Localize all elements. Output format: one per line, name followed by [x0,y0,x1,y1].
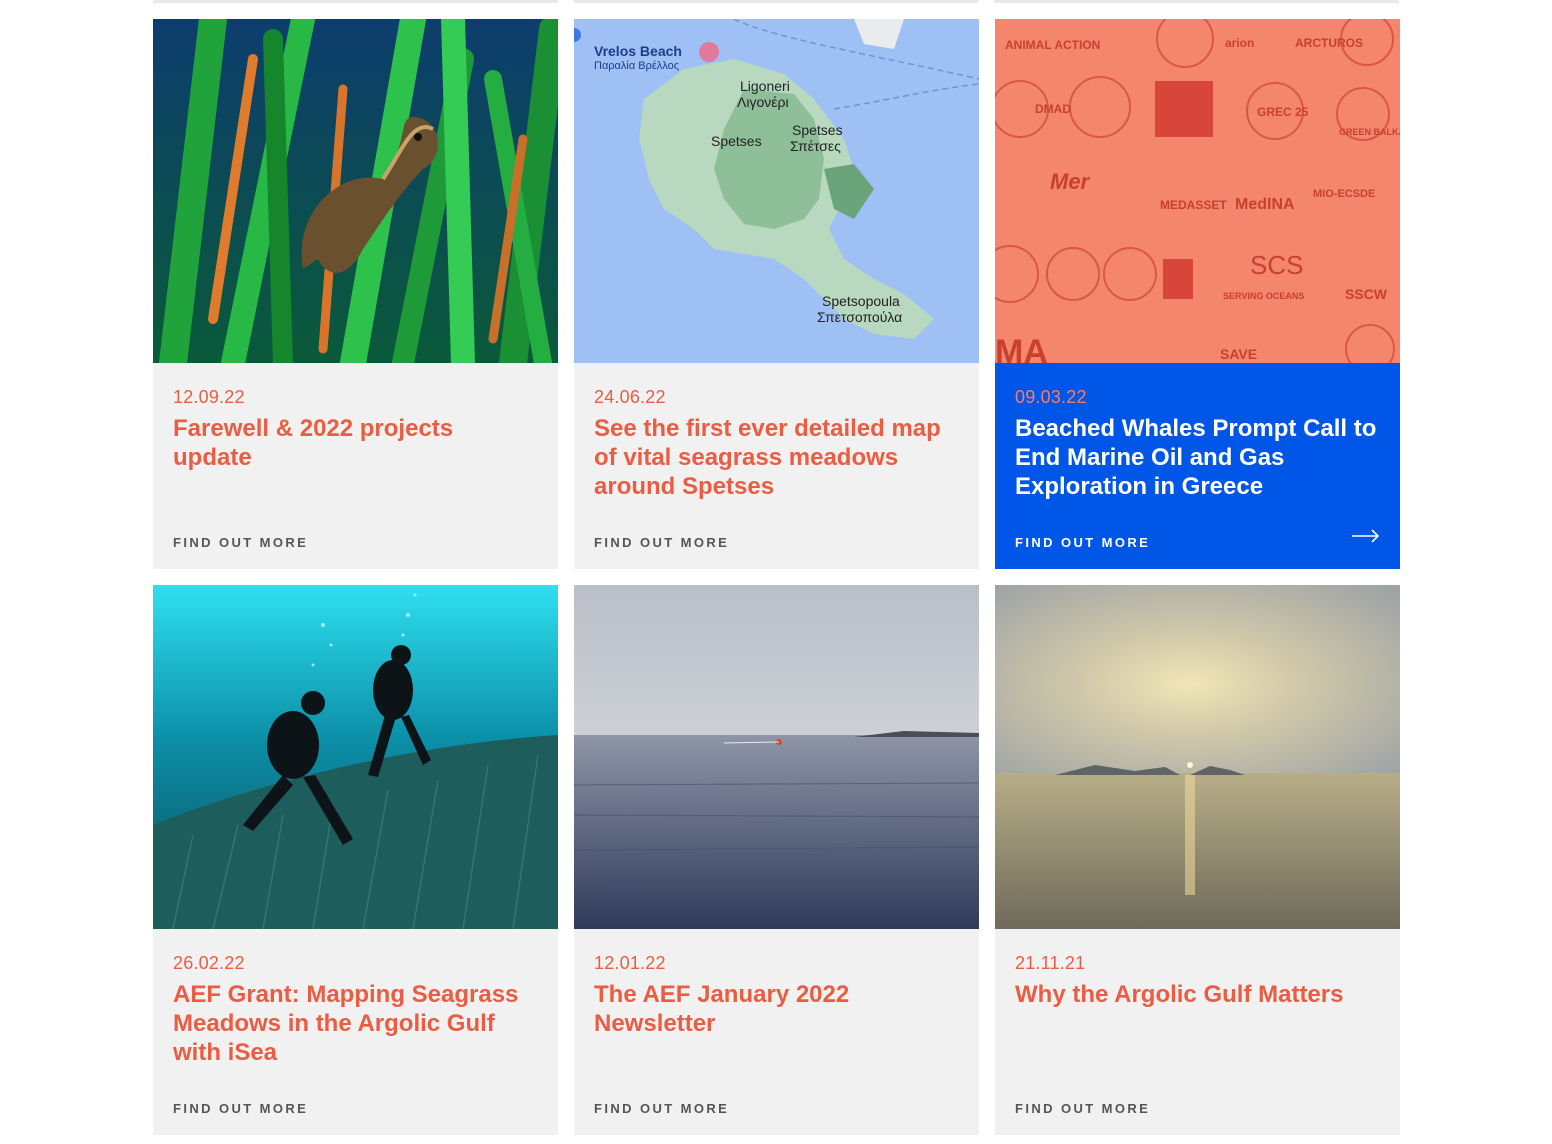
logo-text: Mer [1050,169,1091,194]
card-title[interactable]: The AEF January 2022 Newsletter [594,980,959,1038]
card-date: 09.03.22 [1015,387,1087,407]
map-label: Spetsopoula [822,293,900,309]
card-title[interactable]: See the first ever detailed map of vital… [594,414,959,501]
calm-sea-image [574,585,979,929]
find-out-more-link[interactable]: FIND OUT MORE [594,1101,729,1116]
find-out-more-link[interactable]: FIND OUT MORE [173,535,308,550]
ngo-logos-image: ANIMAL ACTION arion ARCTUROS DMAD GREC 2… [995,19,1400,363]
news-card-seagrass-map[interactable]: Vrelos Beach Παραλία Βρέλλος Ligoneri Λι… [574,19,979,569]
logo-text: MA [995,333,1048,363]
news-card-beached-whales[interactable]: ANIMAL ACTION arion ARCTUROS DMAD GREC 2… [995,19,1400,569]
seahorse-image [153,19,558,363]
card-title[interactable]: AEF Grant: Mapping Seagrass Meadows in t… [173,980,538,1067]
logo-text: MIO-ECSDE [1313,188,1375,200]
card-title[interactable]: Beached Whales Prompt Call to End Marine… [1015,414,1380,501]
map-label: Spetses [792,122,843,138]
logo-text: ANIMAL ACTION [1005,38,1100,52]
card-title[interactable]: Farewell & 2022 projects update [173,414,538,472]
spetses-map-image: Vrelos Beach Παραλία Βρέλλος Ligoneri Λι… [574,19,979,363]
card-date: 12.09.22 [173,387,245,407]
news-card-argolic-gulf[interactable]: 21.11.21 Why the Argolic Gulf Matters FI… [995,585,1400,1135]
logo-text: MEDASSET [1160,198,1227,212]
find-out-more-link[interactable]: FIND OUT MORE [594,535,729,550]
logo-text: SAVE [1220,346,1257,362]
map-label: Λιγονέρι [737,94,789,110]
map-label: Spetses [711,133,762,149]
card-date: 12.01.22 [594,953,666,973]
arrow-right-icon[interactable] [1352,529,1380,543]
news-grid: 12.09.22 Farewell & 2022 projects update… [153,19,1400,1135]
logo-text: GREEN BALKANS [1339,127,1400,137]
news-card-farewell[interactable]: 12.09.22 Farewell & 2022 projects update… [153,19,558,569]
news-card-newsletter[interactable]: 12.01.22 The AEF January 2022 Newsletter… [574,585,979,1135]
card-title[interactable]: Why the Argolic Gulf Matters [1015,980,1380,1009]
map-label: Ligoneri [740,78,790,94]
top-divider [994,0,1399,3]
find-out-more-link[interactable]: FIND OUT MORE [1015,535,1150,550]
logo-text: ARCTUROS [1295,36,1363,50]
logo-text: MedINA [1235,196,1295,213]
logo-text: SCS [1250,250,1303,280]
logo-text: DMAD [1035,102,1071,116]
card-date: 21.11.21 [1015,953,1086,973]
divers-image [153,585,558,929]
map-label: Σπέτσες [790,138,841,154]
news-card-aef-grant[interactable]: 26.02.22 AEF Grant: Mapping Seagrass Mea… [153,585,558,1135]
top-divider [574,0,978,3]
top-divider [153,0,558,3]
map-label: Vrelos Beach [594,43,682,59]
map-label: Παραλία Βρέλλος [594,60,679,72]
logo-text: SSCW [1345,286,1388,302]
find-out-more-link[interactable]: FIND OUT MORE [173,1101,308,1116]
card-date: 24.06.22 [594,387,666,407]
logo-text: SERVING OCEANS [1223,291,1304,301]
find-out-more-link[interactable]: FIND OUT MORE [1015,1101,1150,1116]
logo-text: arion [1225,36,1254,50]
card-date: 26.02.22 [173,953,245,973]
sunset-image [995,585,1400,929]
map-label: Σπετσοπούλα [817,309,902,325]
logo-text: GREC 25 [1257,105,1309,119]
